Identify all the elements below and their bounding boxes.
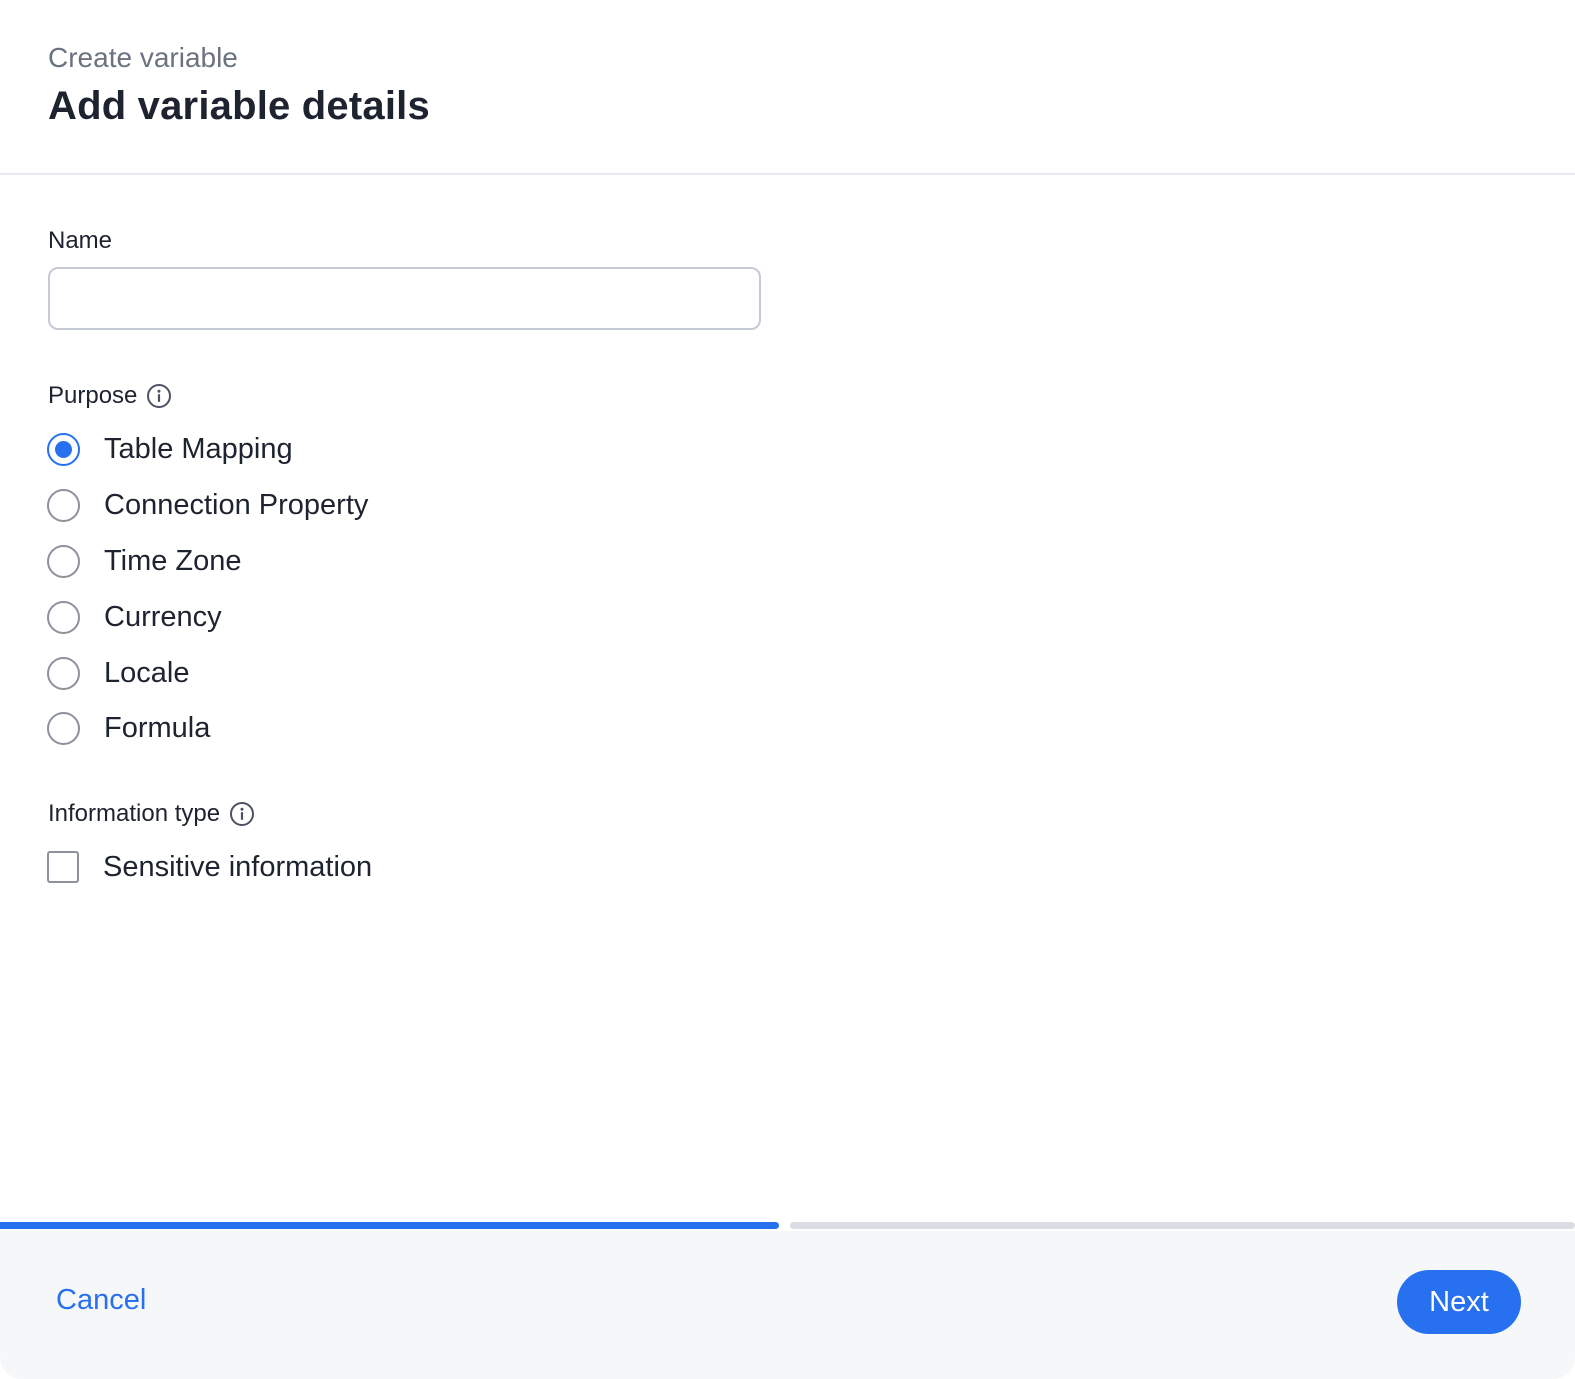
radio-button[interactable]	[47, 656, 80, 690]
purpose-option-time-zone[interactable]: Time Zone	[47, 543, 242, 579]
option-label: Locale	[104, 657, 190, 689]
option-label: Table Mapping	[104, 433, 293, 465]
radio-button[interactable]	[47, 600, 80, 634]
radio-button[interactable]	[47, 711, 80, 745]
purpose-label: Purpose	[48, 381, 172, 411]
sensitive-information-option[interactable]: Sensitive information	[47, 849, 372, 885]
option-label: Formula	[104, 712, 211, 744]
purpose-option-locale[interactable]: Locale	[47, 655, 189, 691]
info-icon[interactable]	[229, 801, 255, 827]
dialog-header: Create variable Add variable details	[0, 0, 1575, 175]
purpose-option-currency[interactable]: Currency	[47, 599, 222, 635]
sensitive-information-checkbox[interactable]	[47, 851, 79, 883]
name-label: Name	[48, 226, 112, 256]
create-variable-dialog: Create variable Add variable details Nam…	[0, 0, 1575, 1379]
name-input[interactable]	[48, 267, 761, 330]
progress-bar-fill	[0, 1222, 779, 1229]
cancel-button[interactable]: Cancel	[56, 1282, 146, 1318]
purpose-option-table-mapping[interactable]: Table Mapping	[47, 431, 293, 467]
next-button[interactable]: Next	[1397, 1270, 1521, 1334]
purpose-option-connection-property[interactable]: Connection Property	[47, 487, 368, 523]
progress-bar-remaining	[790, 1222, 1575, 1229]
option-label: Connection Property	[104, 489, 369, 521]
information-type-label-text: Information type	[48, 800, 221, 827]
information-type-label: Information type	[48, 799, 255, 829]
radio-button[interactable]	[47, 544, 80, 578]
dialog-subtitle: Create variable	[48, 42, 238, 73]
checkbox-label: Sensitive information	[103, 851, 373, 883]
dialog-title: Add variable details	[48, 84, 430, 128]
purpose-option-formula[interactable]: Formula	[47, 710, 210, 746]
dialog-footer: Cancel Next	[0, 1231, 1575, 1379]
purpose-label-text: Purpose	[48, 382, 138, 409]
info-icon[interactable]	[146, 383, 172, 409]
option-label: Time Zone	[104, 545, 242, 577]
radio-button-selected[interactable]	[47, 432, 80, 466]
option-label: Currency	[104, 601, 222, 633]
radio-button[interactable]	[47, 488, 80, 522]
name-label-text: Name	[48, 227, 113, 254]
